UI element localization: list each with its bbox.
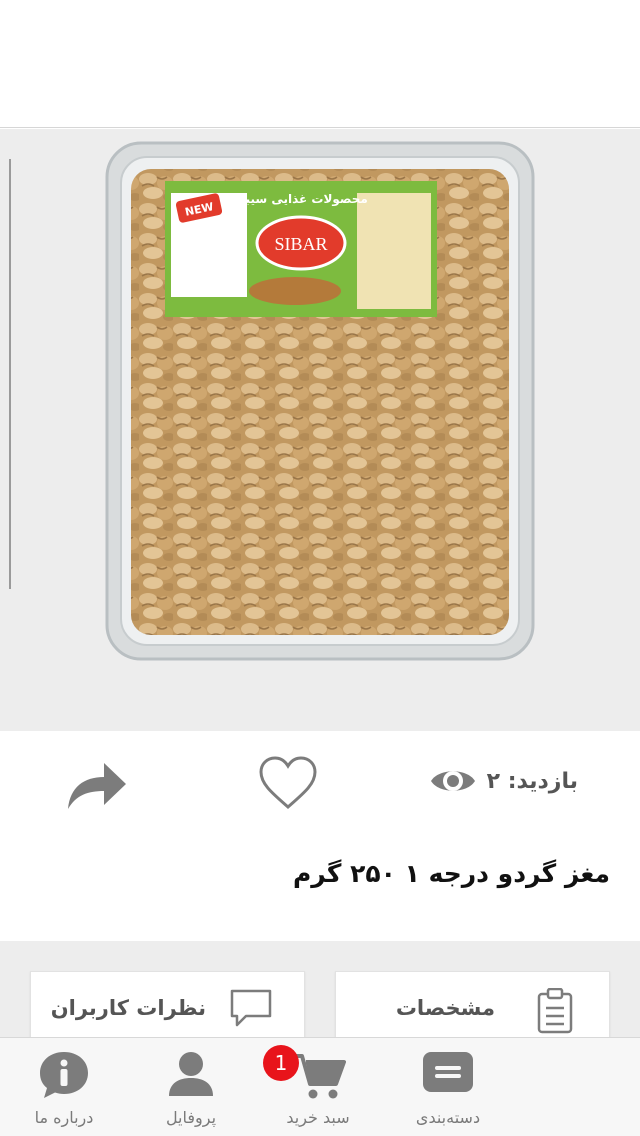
like-button[interactable] [258,755,318,811]
gallery-scroll-indicator [9,159,11,589]
view-count-label: بازدید: ۲ [486,768,578,794]
share-icon [68,763,126,809]
nav-cart-label: سبد خرید [286,1108,350,1127]
view-count: بازدید: ۲ [429,761,578,801]
categories-icon [423,1052,473,1092]
nav-categories-label: دسته‌بندی [415,1108,481,1127]
user-icon [169,1052,213,1096]
cart-count-badge: 1 [263,1045,299,1081]
bottom-navigation: درباره ما پروفایل 1 سبد خرید دسته‌بندی [0,1037,640,1136]
product-image: SIBAR محصولات غذایی سیبار NEW [105,141,535,661]
package-header: محصولات غذایی سیبار [233,192,368,207]
package-brand: SIBAR [274,234,327,254]
share-button[interactable] [62,757,128,813]
product-title-block: مغز گردو درجه ۱ ۲۵۰ گرم [0,831,640,941]
nav-profile[interactable]: پروفایل [131,1038,251,1136]
product-actions-row: بازدید: ۲ [0,731,640,831]
clipboard-icon [537,988,573,1034]
nav-about[interactable]: درباره ما [4,1038,124,1136]
nav-about-label: درباره ما [34,1108,94,1127]
top-app-bar [0,0,640,128]
eye-icon [430,771,475,791]
info-icon [40,1052,88,1098]
reviews-tab-label: نظرات کاربران [50,996,206,1020]
reviews-tab-button[interactable]: نظرات کاربران [30,971,305,1041]
nav-categories[interactable]: دسته‌بندی [388,1038,508,1136]
package-label: SIBAR محصولات غذایی سیبار NEW [165,181,437,317]
product-title: مغز گردو درجه ۱ ۲۵۰ گرم [292,859,610,888]
nav-cart[interactable]: 1 سبد خرید [258,1038,378,1136]
specs-tab-label: مشخصات [395,996,495,1020]
comment-icon [230,989,272,1027]
specs-tab-button[interactable]: مشخصات [335,971,610,1041]
product-image-gallery[interactable]: SIBAR محصولات غذایی سیبار NEW [0,129,640,731]
heart-icon [259,756,317,809]
nav-profile-label: پروفایل [165,1108,217,1127]
info-tabs-area: مشخصات نظرات کاربران [0,941,640,1041]
